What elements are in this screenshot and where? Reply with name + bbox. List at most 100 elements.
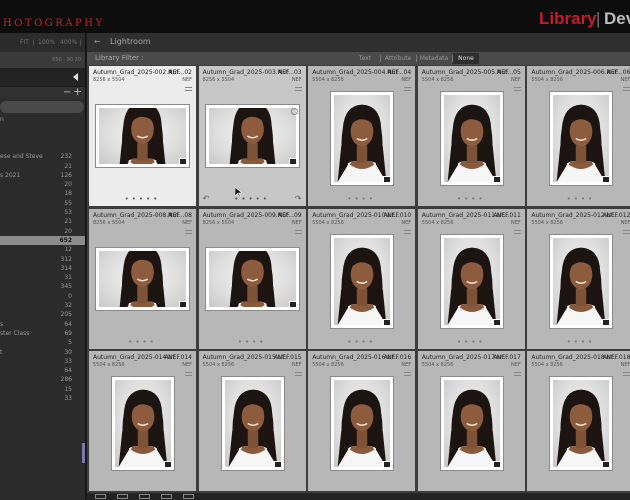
flag-icon[interactable] xyxy=(404,229,412,234)
collection-item[interactable]: 32 xyxy=(0,301,85,310)
collection-item[interactable]: 286 xyxy=(0,375,85,384)
thumbnail-image[interactable] xyxy=(439,91,504,186)
edit-badge-icon[interactable] xyxy=(273,461,282,468)
flag-icon[interactable] xyxy=(513,372,521,376)
edit-badge-icon[interactable] xyxy=(602,461,611,468)
flag-icon[interactable] xyxy=(294,372,302,376)
thumbnail-cell[interactable]: Autumn_Grad_2025-009.NEF Aut...09 8256 x 5… xyxy=(198,208,306,349)
zoom-fit[interactable]: FIT ❘ xyxy=(20,39,36,46)
thumbnail-image[interactable] xyxy=(111,376,175,471)
collapse-left-arrow-icon[interactable] xyxy=(73,73,78,81)
rating-stars-icon[interactable]: •••• xyxy=(199,338,306,346)
rating-stars-icon[interactable]: •••• xyxy=(418,338,525,346)
collection-item[interactable]: 18 xyxy=(0,189,85,198)
thumbnail-cell[interactable]: Autumn_Grad_2025-010.NEF Aut...010 5504 x … xyxy=(308,208,416,349)
compare-view-icon[interactable] xyxy=(139,494,150,499)
collection-item[interactable]: 15 xyxy=(0,385,85,394)
flag-icon[interactable] xyxy=(185,87,192,91)
flag-icon[interactable] xyxy=(513,229,521,234)
collection-item[interactable]: t 30 xyxy=(0,348,85,357)
thumbnail-image[interactable] xyxy=(220,376,285,471)
grid-view-icon[interactable] xyxy=(95,494,106,499)
zoom-100[interactable]: 100% xyxy=(38,39,55,46)
thumbnail-image[interactable] xyxy=(439,376,504,471)
thumbnail-image[interactable] xyxy=(549,376,614,471)
thumbnail-cell[interactable]: Autumn_Grad_2025-002.NEF Aut...02 8256 x 5… xyxy=(89,66,196,206)
edit-badge-icon[interactable] xyxy=(179,300,187,308)
flag-icon[interactable] xyxy=(623,372,630,376)
collection-item[interactable]: 312 xyxy=(0,255,85,264)
flag-icon[interactable] xyxy=(623,229,630,234)
thumbnail-image[interactable] xyxy=(330,376,395,471)
thumbnail-image[interactable] xyxy=(439,233,504,329)
flag-icon[interactable] xyxy=(294,87,302,91)
flag-icon[interactable] xyxy=(185,372,192,376)
edit-badge-icon[interactable] xyxy=(492,176,501,183)
add-collection-icon[interactable]: + xyxy=(73,86,82,98)
quick-collection-icon[interactable] xyxy=(290,108,298,115)
collection-item[interactable]: 0 xyxy=(0,292,85,301)
edit-badge-icon[interactable] xyxy=(179,158,187,165)
filter-tab-attribute[interactable]: Attribute xyxy=(381,53,415,64)
thumbnail-image[interactable] xyxy=(95,246,190,311)
edit-badge-icon[interactable] xyxy=(492,461,501,468)
rating-stars-icon[interactable]: ••••• xyxy=(199,195,306,203)
collection-item[interactable]: 21 xyxy=(0,162,85,171)
rating-stars-icon[interactable]: •••• xyxy=(308,195,415,203)
flag-icon[interactable] xyxy=(404,372,412,376)
collection-item[interactable]: 12 xyxy=(0,245,85,254)
collections-header[interactable]: − + xyxy=(0,86,85,99)
collection-item[interactable]: n xyxy=(0,115,85,124)
collection-item[interactable]: s 2021 126 xyxy=(0,171,85,180)
rating-stars-icon[interactable]: •••• xyxy=(89,338,196,346)
thumbnail-cell[interactable]: Autumn_Grad_2025-006.NEF Aut...06 5504 x 8… xyxy=(527,66,630,206)
collection-item[interactable]: 652 xyxy=(0,235,85,245)
collection-search-input[interactable] xyxy=(0,101,84,113)
collection-item[interactable]: 5 xyxy=(0,338,85,347)
loupe-view-icon[interactable] xyxy=(117,494,128,499)
edit-badge-icon[interactable] xyxy=(288,300,297,308)
remove-collection-icon[interactable]: − xyxy=(63,87,71,99)
thumbnail-cell[interactable]: Autumn_Grad_2025-011.NEF Aut...011 5504 x … xyxy=(417,208,525,349)
flag-icon[interactable] xyxy=(404,87,412,91)
thumbnail-cell[interactable]: Autumn_Grad_2025-015.NEF Aut...015 5504 x … xyxy=(198,351,306,491)
thumbnail-image[interactable] xyxy=(549,91,614,186)
collection-item[interactable]: s 64 xyxy=(0,320,85,329)
thumbnail-cell[interactable]: Autumn_Grad_2025-008.NEF Aut...08 8256 x 5… xyxy=(89,208,196,349)
edit-badge-icon[interactable] xyxy=(383,318,392,326)
edit-badge-icon[interactable] xyxy=(164,461,172,468)
thumbnail-image[interactable] xyxy=(204,104,300,168)
people-view-icon[interactable] xyxy=(183,494,194,499)
edit-badge-icon[interactable] xyxy=(288,158,297,165)
collection-item[interactable]: 20 xyxy=(0,227,85,236)
filter-tab-metadata[interactable]: Metadata xyxy=(417,53,451,64)
flag-icon[interactable] xyxy=(294,229,302,234)
rating-stars-icon[interactable]: •••• xyxy=(527,195,630,203)
rating-stars-icon[interactable]: •••• xyxy=(527,338,630,346)
collection-item[interactable]: 53 xyxy=(0,208,85,217)
collection-item[interactable]: ster Class 69 xyxy=(0,329,85,338)
thumbnail-image[interactable] xyxy=(549,233,614,329)
flag-icon[interactable] xyxy=(513,87,521,91)
flag-icon[interactable] xyxy=(185,229,192,234)
filter-tab-none[interactable]: None xyxy=(453,53,479,64)
collection-item[interactable] xyxy=(0,124,85,133)
module-develop[interactable]: Dev xyxy=(604,9,630,29)
collection-item[interactable] xyxy=(0,143,85,152)
thumbnail-cell[interactable]: Autumn_Grad_2025-017.NEF Aut...017 5504 x … xyxy=(417,351,525,491)
rotate-right-icon[interactable]: ↷ xyxy=(295,194,302,203)
zoom-more[interactable]: ❘ xyxy=(78,39,83,46)
collection-item[interactable]: 55 xyxy=(0,199,85,208)
module-library[interactable]: Library xyxy=(539,9,597,29)
collection-item[interactable]: 31 xyxy=(0,273,85,282)
edit-badge-icon[interactable] xyxy=(602,176,611,183)
thumbnail-cell[interactable]: Autumn_Grad_2025-012.NEF Aut...012 5504 x … xyxy=(527,208,630,349)
thumbnail-image[interactable] xyxy=(204,246,300,311)
collection-item[interactable]: 21 xyxy=(0,217,85,226)
thumbnail-cell[interactable]: Autumn_Grad_2025-018.NEF Aut...018 5504 x … xyxy=(527,351,630,491)
rating-stars-icon[interactable]: ••••• xyxy=(89,195,196,203)
left-panel-scrollbar[interactable] xyxy=(82,443,85,463)
collection-item[interactable]: 20 xyxy=(0,180,85,189)
thumbnail-cell[interactable]: Autumn_Grad_2025-016.NEF Aut...016 5504 x … xyxy=(308,351,416,491)
filter-tab-text[interactable]: Text xyxy=(351,53,379,64)
